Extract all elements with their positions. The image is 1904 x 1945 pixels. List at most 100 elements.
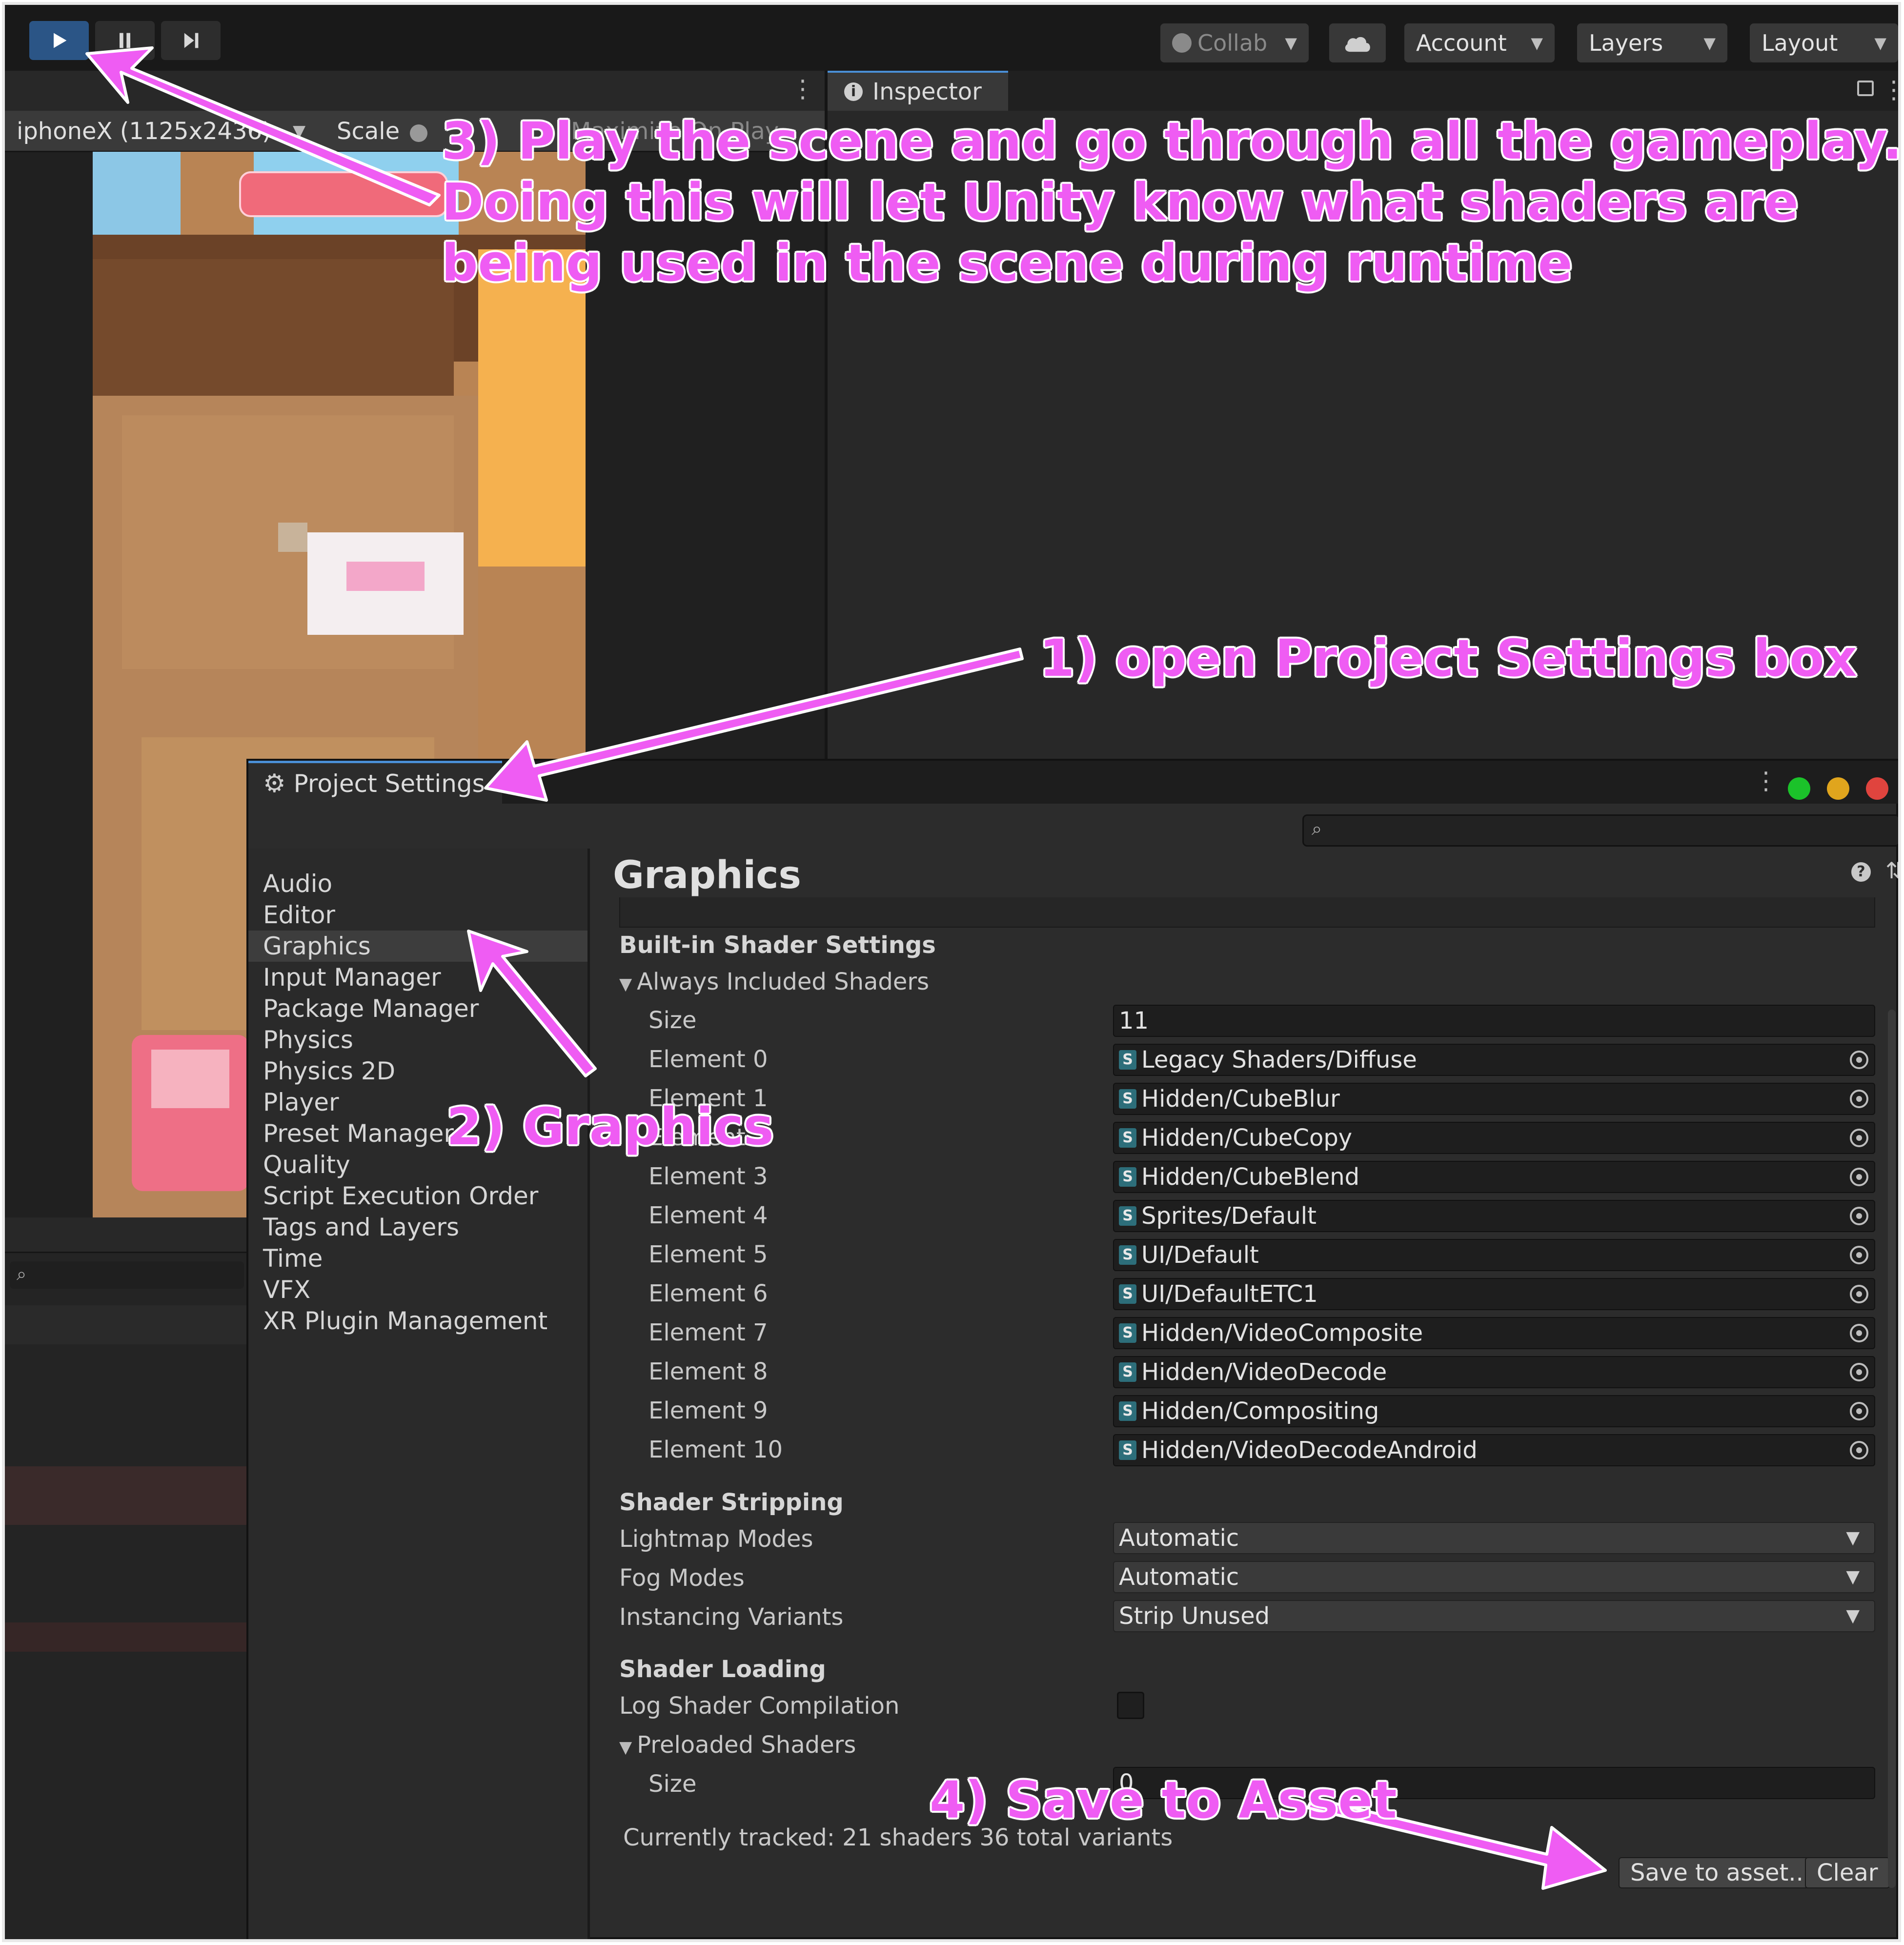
search-input[interactable]: ⌕ <box>10 1261 244 1289</box>
size-field[interactable]: 11 <box>1113 1005 1875 1037</box>
shader-object-field[interactable]: S Hidden/CubeCopy <box>1113 1122 1875 1154</box>
layers-dropdown[interactable]: Layers ▼ <box>1577 23 1727 62</box>
lightmap-modes-label: Lightmap Modes <box>619 1525 813 1553</box>
cloud-button[interactable] <box>1329 23 1386 62</box>
gear-icon: ⚙ <box>263 769 286 798</box>
sidebar-item-xr-plugin-management[interactable]: XR Plugin Management <box>263 1305 547 1337</box>
shader-object-field[interactable]: S Hidden/CubeBlur <box>1113 1083 1875 1115</box>
shader-object-field[interactable]: S Legacy Shaders/Diffuse <box>1113 1044 1875 1076</box>
search-icon: ⌕ <box>1312 818 1322 839</box>
tab-project-settings[interactable]: ⚙ Project Settings <box>248 761 502 804</box>
project-settings-window: ⚙ Project Settings ⋮ ⌕ Audio Editor Grap… <box>246 759 1898 1939</box>
annotation-step4: 4) Save to Asset <box>930 1770 1397 1830</box>
sidebar-item-input-manager[interactable]: Input Manager <box>263 962 441 993</box>
shader-object-field[interactable]: S Hidden/Compositing <box>1113 1395 1875 1427</box>
shader-object-field[interactable]: S Hidden/VideoDecode <box>1113 1356 1875 1388</box>
settings-search-input[interactable]: ⌕ <box>1302 814 1898 847</box>
object-picker-icon[interactable] <box>1850 1246 1868 1264</box>
account-label: Account <box>1416 30 1507 56</box>
object-picker-icon[interactable] <box>1850 1363 1868 1381</box>
more-options-icon[interactable]: ⋮ <box>1754 767 1778 795</box>
sidebar-item-player[interactable]: Player <box>263 1087 339 1118</box>
shader-object-field[interactable]: S Hidden/VideoComposite <box>1113 1317 1875 1349</box>
log-shader-compilation-label: Log Shader Compilation <box>619 1692 900 1720</box>
step-button[interactable] <box>161 21 221 60</box>
chevron-down-icon: ▼ <box>1703 34 1716 52</box>
builtin-shader-settings-header: Built-in Shader Settings <box>619 932 936 959</box>
sidebar-item-audio[interactable]: Audio <box>263 868 332 899</box>
sidebar-item-preset-manager[interactable]: Preset Manager <box>263 1118 454 1149</box>
shader-icon: S <box>1119 1401 1136 1421</box>
sidebar-item-physics[interactable]: Physics <box>263 1024 353 1055</box>
minimize-window-button[interactable] <box>1827 777 1849 800</box>
shader-object-field[interactable]: S Hidden/VideoDecodeAndroid <box>1113 1434 1875 1466</box>
help-icon[interactable]: ? <box>1851 862 1871 882</box>
shader-name: Hidden/CubeCopy <box>1141 1124 1353 1152</box>
collab-dropdown[interactable]: Collab ▼ <box>1160 23 1309 62</box>
save-to-asset-button[interactable]: Save to asset... <box>1619 1857 1823 1888</box>
instancing-variants-value: Strip Unused <box>1119 1602 1270 1630</box>
object-picker-icon[interactable] <box>1850 1090 1868 1108</box>
layout-dropdown[interactable]: Layout ▼ <box>1750 23 1898 62</box>
account-dropdown[interactable]: Account ▼ <box>1404 23 1555 62</box>
sidebar-item-package-manager[interactable]: Package Manager <box>263 993 479 1024</box>
play-button[interactable] <box>29 21 89 60</box>
sidebar-item-vfx[interactable]: VFX <box>263 1274 310 1305</box>
shader-object-field[interactable]: S UI/DefaultETC1 <box>1113 1278 1875 1310</box>
annotation-step3-line2: Doing this will let Unity know what shad… <box>442 172 1799 232</box>
preloaded-shaders-foldout[interactable]: ▼ Preloaded Shaders <box>619 1730 856 1762</box>
shader-object-field[interactable]: S Hidden/CubeBlend <box>1113 1161 1875 1193</box>
shader-icon: S <box>1119 1167 1136 1187</box>
scale-slider-handle[interactable] <box>410 124 427 142</box>
object-picker-icon[interactable] <box>1850 1441 1868 1459</box>
chevron-down-icon: ▼ <box>1846 1606 1860 1626</box>
shader-stripping-header: Shader Stripping <box>619 1489 844 1516</box>
sidebar-item-physics-2d[interactable]: Physics 2D <box>263 1055 395 1087</box>
foldout-triangle-icon: ▼ <box>619 974 632 994</box>
shader-loading-header: Shader Loading <box>619 1656 826 1683</box>
sidebar-item-script-execution-order[interactable]: Script Execution Order <box>263 1180 538 1212</box>
object-picker-icon[interactable] <box>1850 1402 1868 1420</box>
object-picker-icon[interactable] <box>1850 1207 1868 1225</box>
object-picker-icon[interactable] <box>1850 1051 1868 1069</box>
layout-label: Layout <box>1762 30 1838 56</box>
shader-name: Hidden/VideoDecodeAndroid <box>1141 1437 1478 1464</box>
info-icon: i <box>844 82 863 101</box>
shader-icon: S <box>1119 1128 1136 1148</box>
object-picker-icon[interactable] <box>1850 1324 1868 1342</box>
shader-object-field[interactable]: S UI/Default <box>1113 1239 1875 1271</box>
shader-object-field[interactable]: S Sprites/Default <box>1113 1200 1875 1232</box>
tab-inspector[interactable]: i Inspector <box>828 71 1008 111</box>
pause-icon <box>120 33 130 48</box>
object-picker-icon[interactable] <box>1850 1168 1868 1186</box>
fog-modes-dropdown[interactable]: Automatic ▼ <box>1113 1561 1875 1593</box>
sidebar-item-editor[interactable]: Editor <box>263 899 335 931</box>
sidebar-item-time[interactable]: Time <box>263 1243 323 1274</box>
step-icon <box>184 33 199 48</box>
more-options-icon[interactable]: ⋮ <box>790 75 815 103</box>
more-options-icon[interactable]: ⋮ <box>1882 76 1898 104</box>
object-picker-icon[interactable] <box>1850 1129 1868 1147</box>
play-icon <box>54 33 67 48</box>
pause-button[interactable] <box>95 21 155 60</box>
presets-icon[interactable]: ⇅ <box>1885 857 1898 884</box>
always-included-foldout[interactable]: ▼ Always Included Shaders <box>619 967 929 999</box>
sidebar-item-graphics[interactable]: Graphics <box>248 931 587 962</box>
shader-name: UI/DefaultETC1 <box>1141 1280 1318 1308</box>
sidebar-item-quality[interactable]: Quality <box>263 1149 350 1180</box>
preloaded-shaders-label: Preloaded Shaders <box>637 1731 856 1759</box>
scrollbar[interactable] <box>1888 1010 1896 1888</box>
resolution-dropdown[interactable]: iphoneX (1125x2436) <box>17 118 271 145</box>
object-picker-icon[interactable] <box>1850 1285 1868 1303</box>
lock-icon[interactable] <box>1857 81 1874 96</box>
lightmap-modes-dropdown[interactable]: Automatic ▼ <box>1113 1522 1875 1554</box>
clear-button[interactable]: Clear <box>1805 1857 1890 1888</box>
instancing-variants-dropdown[interactable]: Strip Unused ▼ <box>1113 1600 1875 1632</box>
maximize-window-button[interactable] <box>1788 777 1810 800</box>
sidebar-item-tags-and-layers[interactable]: Tags and Layers <box>263 1212 459 1243</box>
log-shader-compilation-checkbox[interactable] <box>1117 1692 1144 1719</box>
size-label: Size <box>648 1007 697 1034</box>
project-settings-title: Project Settings <box>293 769 485 798</box>
shader-icon: S <box>1119 1050 1136 1070</box>
close-window-button[interactable] <box>1866 777 1888 800</box>
